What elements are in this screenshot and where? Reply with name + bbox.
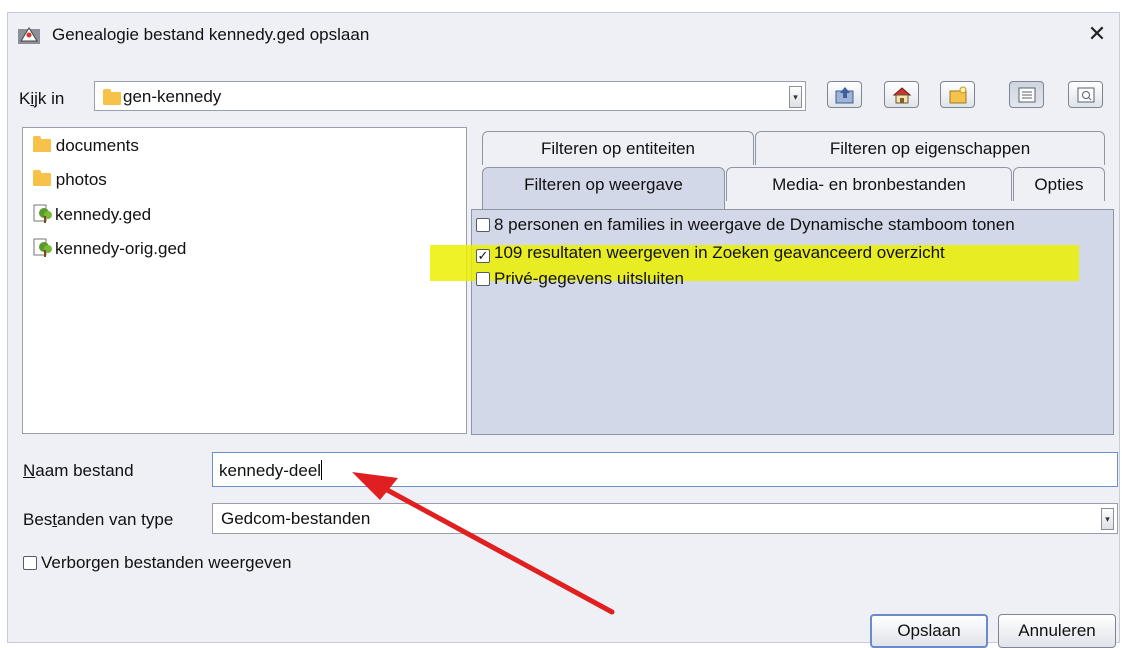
up-folder-button[interactable] (827, 81, 862, 108)
dialog-title: Genealogie bestand kennedy.ged opslaan (52, 25, 370, 44)
option-advanced-search[interactable]: ✓ 109 resultaten weergeven in Zoeken geav… (476, 243, 945, 263)
tab-filteren-op-entiteiten[interactable]: Filteren op entiteiten (482, 131, 754, 165)
text-caret (321, 460, 323, 480)
tab-media-en-bronbestanden[interactable]: Media- en bronbestanden (726, 167, 1012, 201)
checkbox[interactable] (476, 272, 490, 286)
option-exclude-private[interactable]: Privé-gegevens uitsluiten (476, 269, 684, 289)
folder-icon (33, 170, 51, 186)
checkbox[interactable] (23, 556, 37, 570)
hidden-files-option[interactable]: Verborgen bestanden weergeven (23, 553, 291, 573)
app-icon (18, 27, 40, 44)
close-icon[interactable]: ✕ (1083, 20, 1111, 48)
chevron-down-icon[interactable]: ▾ (789, 86, 802, 108)
filetype-combo[interactable]: Gedcom-bestanden ▾ (212, 503, 1118, 534)
chevron-down-icon[interactable]: ▾ (1101, 508, 1114, 530)
list-view-icon (1018, 87, 1035, 102)
look-in-combo[interactable]: gen-kennedy ▾ (94, 81, 806, 111)
checkbox-checked[interactable]: ✓ (476, 249, 490, 263)
filename-input[interactable]: kennedy-deel (212, 452, 1118, 487)
save-dialog: Genealogie bestand kennedy.ged opslaan ✕… (7, 12, 1120, 648)
title-bar[interactable]: Genealogie bestand kennedy.ged opslaan ✕ (8, 13, 1119, 59)
home-icon (892, 86, 911, 103)
details-view-button[interactable] (1068, 81, 1103, 108)
tab-filteren-op-weergave[interactable]: Filteren op weergave (482, 167, 725, 209)
filename-label: Naam bestand (23, 461, 134, 480)
folder-icon (33, 136, 51, 152)
list-item[interactable]: documents (33, 136, 139, 156)
family-tree-icon (33, 238, 52, 257)
checkbox[interactable] (476, 218, 490, 232)
file-name: kennedy-orig.ged (55, 239, 187, 258)
new-folder-button[interactable] (940, 81, 975, 108)
filetype-label: Bestanden van type (23, 510, 174, 529)
tab-opties[interactable]: Opties (1013, 167, 1105, 201)
look-in-label: Kijk in (19, 89, 65, 108)
folder-icon (103, 89, 121, 105)
details-view-icon (1077, 87, 1094, 102)
file-name: photos (55, 170, 107, 189)
look-in-value: gen-kennedy (123, 87, 222, 106)
family-tree-icon (33, 204, 52, 223)
option-dynamic-tree[interactable]: 8 personen en families in weergave de Dy… (476, 215, 1015, 235)
list-view-button[interactable] (1009, 81, 1044, 108)
list-item[interactable]: photos (33, 170, 107, 190)
tab-filteren-op-eigenschappen[interactable]: Filteren op eigenschappen (755, 131, 1105, 165)
list-item[interactable]: kennedy.ged (33, 204, 151, 225)
filetype-value: Gedcom-bestanden (221, 509, 371, 528)
file-name: kennedy.ged (55, 205, 152, 224)
home-button[interactable] (884, 81, 919, 108)
new-folder-icon (949, 86, 966, 103)
list-item[interactable]: kennedy-orig.ged (33, 238, 186, 259)
file-list[interactable]: documents photos kennedy.ged kennedy-ori… (22, 127, 467, 434)
up-folder-icon (835, 86, 853, 103)
file-name: documents (55, 136, 139, 155)
